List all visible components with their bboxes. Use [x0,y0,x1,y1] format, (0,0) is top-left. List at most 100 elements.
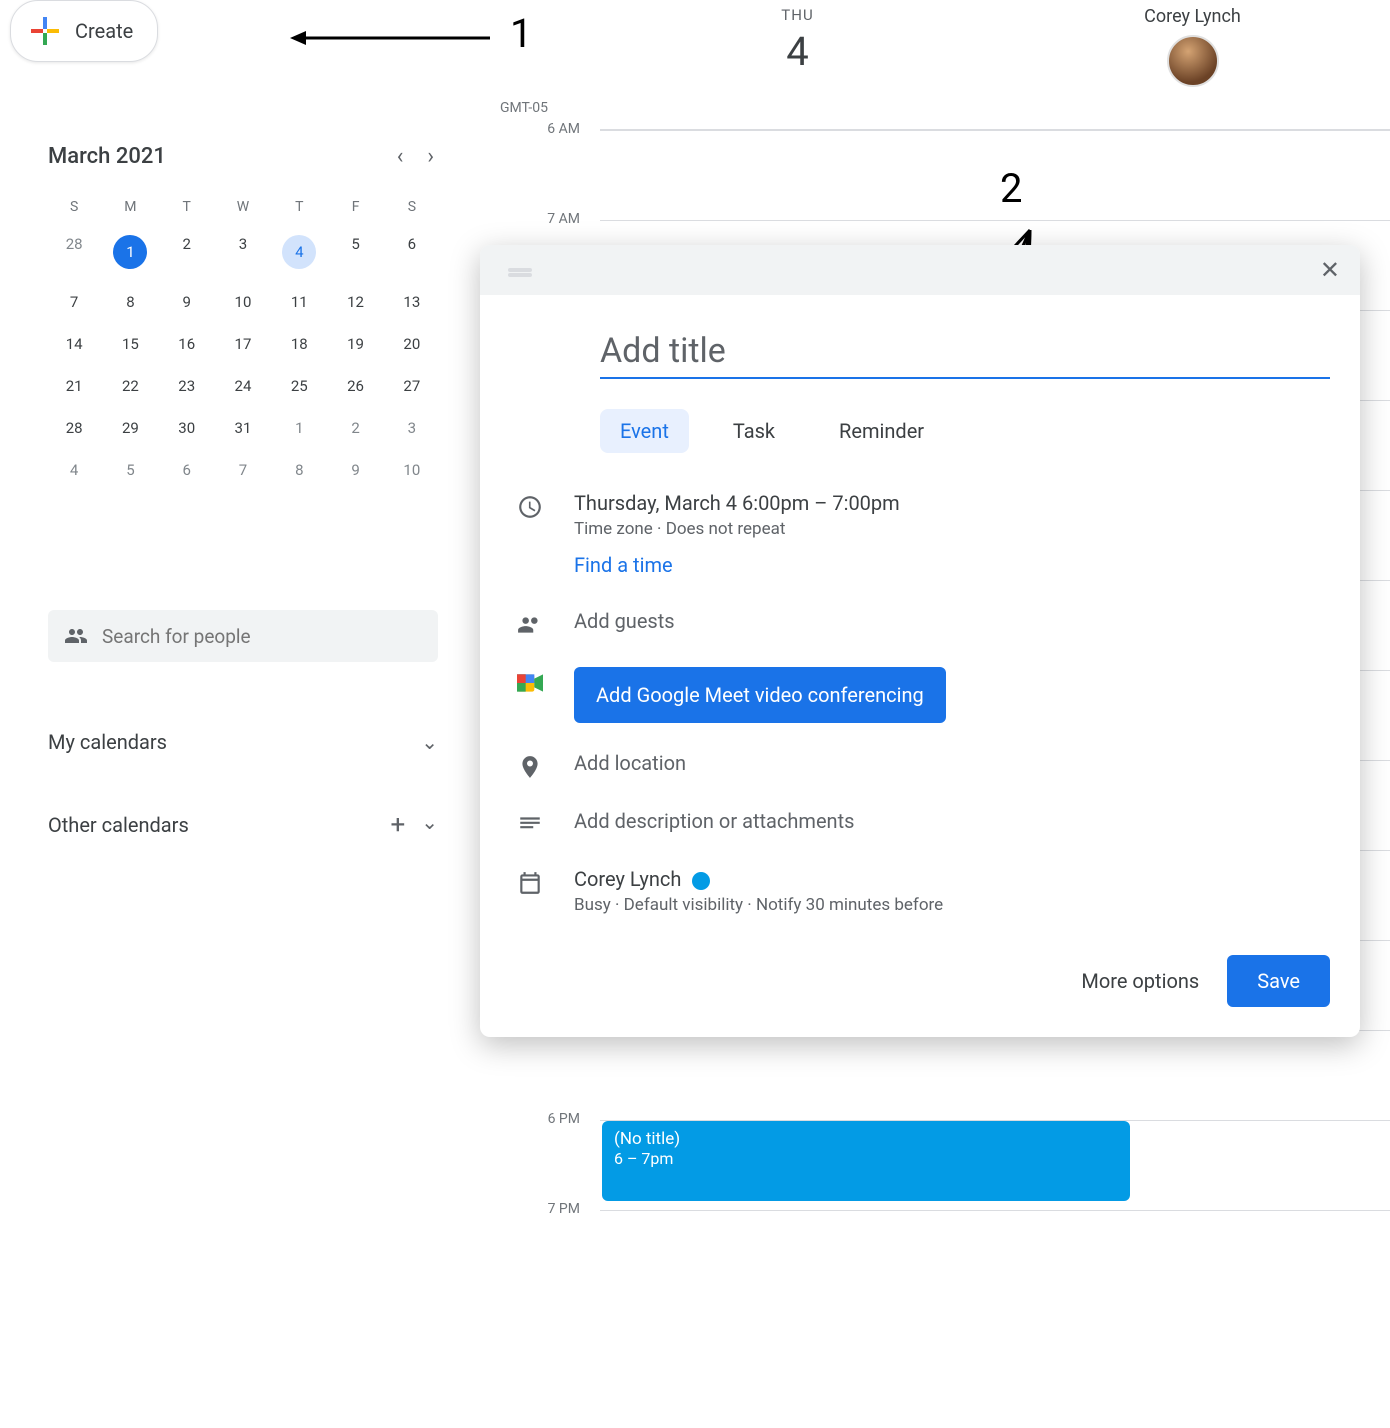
annotation-1: 1 [510,10,532,57]
timezone-label: GMT-05 [500,100,548,116]
mini-cal-day[interactable]: 31 [217,409,269,447]
mini-cal-day[interactable]: 4 [48,451,100,489]
mini-cal-day[interactable]: 23 [161,367,213,405]
mini-cal-day[interactable]: 26 [329,367,381,405]
location-icon [516,753,544,781]
search-people[interactable] [48,610,438,662]
people-icon [64,624,88,648]
mini-cal-day[interactable]: 13 [386,283,438,321]
my-calendars-label: My calendars [48,730,167,754]
tab-task[interactable]: Task [713,409,795,453]
mini-cal-day[interactable]: 6 [161,451,213,489]
mini-cal-day[interactable]: 16 [161,325,213,363]
mini-cal-day[interactable]: 28 [48,409,100,447]
event-block[interactable]: (No title)6 – 7pm [602,1121,1130,1201]
guests-row[interactable]: Add guests [510,595,1330,653]
tab-event[interactable]: Event [600,409,689,453]
day-number: 4 [600,28,995,75]
mini-cal-day[interactable]: 2 [161,225,213,279]
mini-cal-day[interactable]: 10 [217,283,269,321]
mini-cal-day[interactable]: 11 [273,283,325,321]
time-label: 6 AM [520,121,580,137]
my-calendars-section[interactable]: My calendars ⌄ [48,730,438,754]
mini-cal-day[interactable]: 29 [104,409,156,447]
mini-cal-day[interactable]: 25 [273,367,325,405]
mini-cal-day[interactable]: 6 [386,225,438,279]
mini-cal-day[interactable]: 2 [329,409,381,447]
add-calendar-icon[interactable]: + [390,810,405,840]
other-calendars-section[interactable]: Other calendars + ⌄ [48,810,438,840]
mini-cal-dow: T [273,193,325,221]
mini-cal-day[interactable]: 7 [217,451,269,489]
avatar[interactable] [1167,35,1219,87]
mini-cal-day[interactable]: 14 [48,325,100,363]
mini-cal-day[interactable]: 5 [104,451,156,489]
mini-cal-day[interactable]: 8 [104,283,156,321]
mini-cal-title: March 2021 [48,144,166,169]
find-time-link[interactable]: Find a time [574,553,1330,577]
search-people-input[interactable] [102,625,422,648]
datetime-row[interactable]: Thursday, March 4 6:00pm – 7:00pm Time z… [510,477,1330,553]
mini-cal-day[interactable]: 1 [273,409,325,447]
close-button[interactable]: ✕ [1320,256,1340,284]
other-calendars-label: Other calendars [48,813,189,837]
day-header: THU 4 Corey Lynch [600,0,1390,130]
location-row[interactable]: Add location [510,737,1330,795]
plus-icon [27,13,63,49]
next-month-button[interactable]: › [423,140,438,173]
mini-cal-day[interactable]: 3 [386,409,438,447]
tab-reminder[interactable]: Reminder [819,409,944,453]
owner-row[interactable]: Corey Lynch Busy · Default visibility · … [510,853,1330,929]
time-row[interactable]: 6 PM(No title)6 – 7pm [600,1120,1390,1210]
mini-cal-day[interactable]: 3 [217,225,269,279]
mini-cal-day[interactable]: 21 [48,367,100,405]
prev-month-button[interactable]: ‹ [393,140,408,173]
mini-cal-day[interactable]: 12 [329,283,381,321]
mini-cal-day[interactable]: 24 [217,367,269,405]
mini-cal-dow: T [161,193,213,221]
save-button[interactable]: Save [1227,955,1330,1007]
mini-cal-day[interactable]: 20 [386,325,438,363]
description-row[interactable]: Add description or attachments [510,795,1330,853]
mini-cal-day[interactable]: 28 [48,225,100,279]
time-label: 6 PM [520,1111,580,1127]
mini-cal-day[interactable]: 5 [329,225,381,279]
time-row[interactable]: 6 AM [600,130,1390,220]
mini-cal-day[interactable]: 10 [386,451,438,489]
create-button[interactable]: Create [10,0,158,62]
meet-icon [516,669,544,697]
guests-text: Add guests [574,609,1330,633]
arrow-1 [290,28,500,48]
more-options-link[interactable]: More options [1081,969,1199,993]
mini-cal-day[interactable]: 9 [329,451,381,489]
mini-cal-day[interactable]: 9 [161,283,213,321]
mini-cal-day[interactable]: 30 [161,409,213,447]
mini-cal-day[interactable]: 19 [329,325,381,363]
mini-cal-dow: F [329,193,381,221]
title-input[interactable] [600,325,1330,379]
mini-cal-day[interactable]: 4 [273,225,325,279]
time-label: 7 PM [520,1201,580,1217]
description-text: Add description or attachments [574,809,1330,833]
mini-cal-day[interactable]: 22 [104,367,156,405]
chevron-down-icon: ⌄ [421,730,438,754]
chevron-down-icon: ⌄ [421,810,438,840]
add-meet-button[interactable]: Add Google Meet video conferencing [574,667,946,723]
time-row[interactable]: 7 PM [600,1210,1390,1300]
drag-handle-icon[interactable] [508,268,532,272]
mini-cal-day[interactable]: 18 [273,325,325,363]
calendar-icon [516,869,544,897]
mini-cal-dow: M [104,193,156,221]
clock-icon [516,493,544,521]
mini-cal-day[interactable]: 17 [217,325,269,363]
mini-calendar: March 2021 ‹ › SMTWTFS281234567891011121… [48,140,438,489]
time-row[interactable] [600,1030,1390,1120]
event-block-time: 6 – 7pm [614,1149,1118,1168]
mini-cal-day[interactable]: 15 [104,325,156,363]
people-icon [516,611,544,639]
mini-cal-day[interactable]: 7 [48,283,100,321]
mini-cal-day[interactable]: 1 [104,225,156,279]
mini-cal-day[interactable]: 8 [273,451,325,489]
mini-cal-day[interactable]: 27 [386,367,438,405]
owner-color-dot [692,872,710,890]
